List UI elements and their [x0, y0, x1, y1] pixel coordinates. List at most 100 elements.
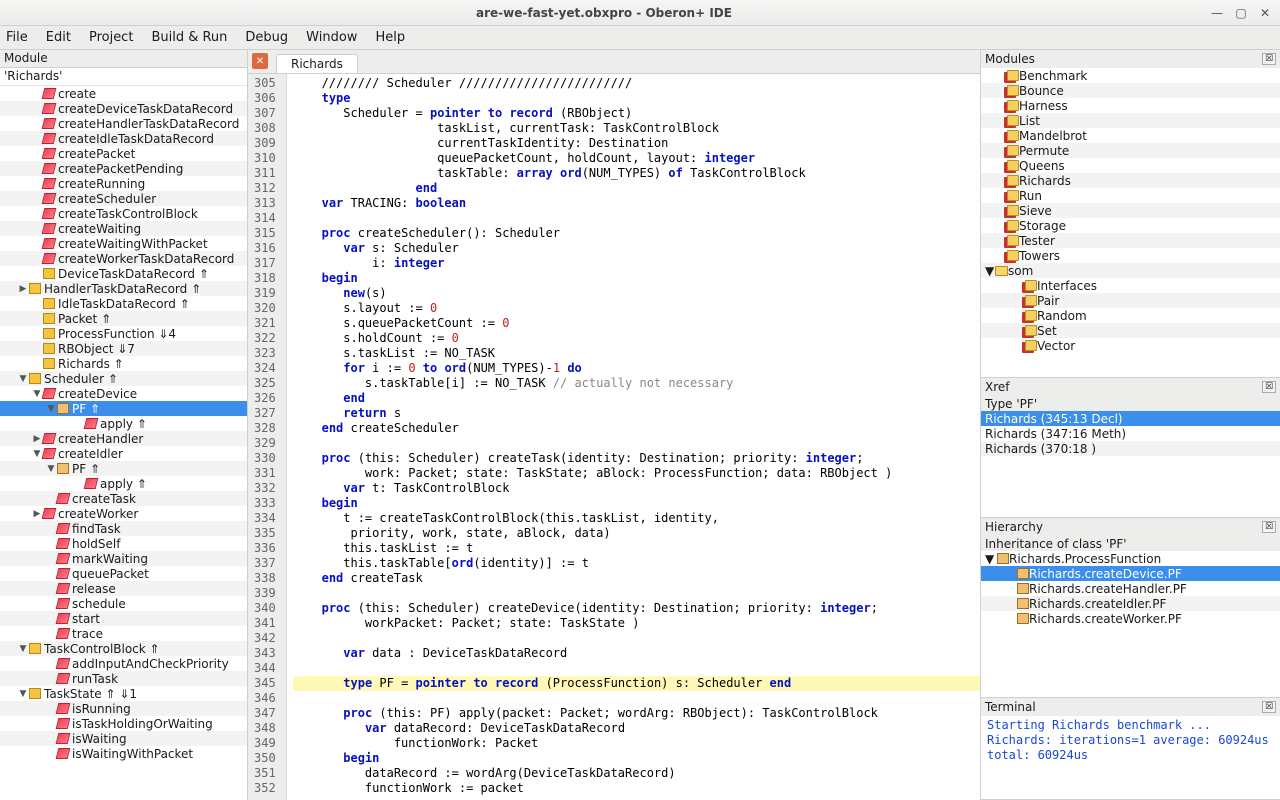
hierarchy-item[interactable]: Richards.createHandler.PF: [981, 581, 1280, 596]
module-item[interactable]: Tester: [981, 233, 1280, 248]
module-item[interactable]: Pair: [981, 293, 1280, 308]
module-item[interactable]: Harness: [981, 98, 1280, 113]
tree-item[interactable]: createIdleTaskDataRecord: [0, 131, 247, 146]
tree-item[interactable]: RBObject ⇓7: [0, 341, 247, 356]
module-item[interactable]: Bounce: [981, 83, 1280, 98]
tree-item[interactable]: ▼createIdler: [0, 446, 247, 461]
tree-item[interactable]: ▶createHandler: [0, 431, 247, 446]
tree-item[interactable]: ▼TaskState ⇑ ⇓1: [0, 686, 247, 701]
tree-item[interactable]: ▼TaskControlBlock ⇑: [0, 641, 247, 656]
xref-item[interactable]: Richards (347:16 Meth): [981, 426, 1280, 441]
tree-item[interactable]: holdSelf: [0, 536, 247, 551]
hierarchy-item[interactable]: Richards.createIdler.PF: [981, 596, 1280, 611]
tree-item[interactable]: trace: [0, 626, 247, 641]
maximize-button[interactable]: ▢: [1232, 4, 1250, 22]
hierarchy-item[interactable]: Richards.createDevice.PF: [981, 566, 1280, 581]
tree-item[interactable]: createDeviceTaskDataRecord: [0, 101, 247, 116]
close-button[interactable]: ✕: [1256, 4, 1274, 22]
tree-item[interactable]: create: [0, 86, 247, 101]
hierarchy-item[interactable]: Richards.createWorker.PF: [981, 611, 1280, 626]
menu-help[interactable]: Help: [375, 30, 405, 45]
tree-label: createWorkerTaskDataRecord: [58, 252, 234, 266]
panel-close-icon[interactable]: ☒: [1262, 701, 1276, 713]
tree-item[interactable]: apply ⇑: [0, 416, 247, 431]
hierarchy-tree[interactable]: ▼Richards.ProcessFunctionRichards.create…: [981, 551, 1280, 697]
module-item[interactable]: Interfaces: [981, 278, 1280, 293]
tree-item[interactable]: createWaiting: [0, 221, 247, 236]
menu-project[interactable]: Project: [89, 30, 133, 45]
tree-item[interactable]: createWaitingWithPacket: [0, 236, 247, 251]
tree-item[interactable]: markWaiting: [0, 551, 247, 566]
tree-item[interactable]: ▶createWorker: [0, 506, 247, 521]
panel-close-icon[interactable]: ☒: [1262, 53, 1276, 65]
tree-item[interactable]: createRunning: [0, 176, 247, 191]
tree-item[interactable]: createTask: [0, 491, 247, 506]
terminal-output[interactable]: Starting Richards benchmark ...Richards:…: [981, 716, 1280, 765]
code-editor[interactable]: 3053063073083093103113123133143153163173…: [248, 74, 980, 800]
module-item[interactable]: Towers: [981, 248, 1280, 263]
modules-tree[interactable]: BenchmarkBounceHarnessListMandelbrotPerm…: [981, 68, 1280, 377]
module-item[interactable]: Queens: [981, 158, 1280, 173]
tree-item[interactable]: start: [0, 611, 247, 626]
panel-close-icon[interactable]: ☒: [1262, 381, 1276, 393]
tree-item[interactable]: createScheduler: [0, 191, 247, 206]
module-item[interactable]: Richards: [981, 173, 1280, 188]
tree-item[interactable]: IdleTaskDataRecord ⇑: [0, 296, 247, 311]
tree-label: createWaitingWithPacket: [58, 237, 208, 251]
tree-item[interactable]: ▼createDevice: [0, 386, 247, 401]
module-icon: [1007, 220, 1019, 231]
menu-file[interactable]: File: [6, 30, 28, 45]
tree-item[interactable]: DeviceTaskDataRecord ⇑: [0, 266, 247, 281]
code-area[interactable]: //////// Scheduler /////////////////////…: [287, 74, 980, 800]
tree-item[interactable]: isWaitingWithPacket: [0, 746, 247, 761]
tree-item[interactable]: isRunning: [0, 701, 247, 716]
module-item[interactable]: Vector: [981, 338, 1280, 353]
tree-item[interactable]: ▶HandlerTaskDataRecord ⇑: [0, 281, 247, 296]
tree-item[interactable]: createPacketPending: [0, 161, 247, 176]
tree-item[interactable]: createWorkerTaskDataRecord: [0, 251, 247, 266]
tree-item[interactable]: ▼PF ⇑: [0, 461, 247, 476]
close-all-tabs-icon[interactable]: ✕: [252, 53, 268, 69]
module-item[interactable]: Mandelbrot: [981, 128, 1280, 143]
module-item[interactable]: Permute: [981, 143, 1280, 158]
module-item[interactable]: Random: [981, 308, 1280, 323]
folder-icon: [995, 266, 1008, 276]
module-item[interactable]: List: [981, 113, 1280, 128]
tree-item[interactable]: runTask: [0, 671, 247, 686]
tree-item[interactable]: queuePacket: [0, 566, 247, 581]
minimize-button[interactable]: —: [1208, 4, 1226, 22]
tree-item[interactable]: ▼Scheduler ⇑: [0, 371, 247, 386]
tree-item[interactable]: isWaiting: [0, 731, 247, 746]
tree-item[interactable]: Packet ⇑: [0, 311, 247, 326]
xref-item[interactable]: Richards (345:13 Decl): [981, 411, 1280, 426]
tree-item[interactable]: addInputAndCheckPriority: [0, 656, 247, 671]
module-item[interactable]: Run: [981, 188, 1280, 203]
module-tree[interactable]: createcreateDeviceTaskDataRecordcreateHa…: [0, 86, 247, 800]
tree-label: createWorker: [58, 507, 138, 521]
module-folder[interactable]: ▼som: [981, 263, 1280, 278]
tree-item[interactable]: ▼PF ⇑: [0, 401, 247, 416]
tree-item[interactable]: createPacket: [0, 146, 247, 161]
tree-item[interactable]: ProcessFunction ⇓4: [0, 326, 247, 341]
tree-item[interactable]: release: [0, 581, 247, 596]
editor-tab[interactable]: Richards: [276, 54, 358, 73]
xref-item[interactable]: Richards (370:18 ): [981, 441, 1280, 456]
module-item[interactable]: Storage: [981, 218, 1280, 233]
tree-item[interactable]: createHandlerTaskDataRecord: [0, 116, 247, 131]
menu-debug[interactable]: Debug: [245, 30, 288, 45]
tree-item[interactable]: isTaskHoldingOrWaiting: [0, 716, 247, 731]
module-item[interactable]: Sieve: [981, 203, 1280, 218]
tree-item[interactable]: schedule: [0, 596, 247, 611]
tree-item[interactable]: createTaskControlBlock: [0, 206, 247, 221]
menu-window[interactable]: Window: [306, 30, 357, 45]
xref-list[interactable]: Richards (345:13 Decl)Richards (347:16 M…: [981, 411, 1280, 517]
tree-item[interactable]: Richards ⇑: [0, 356, 247, 371]
tree-item[interactable]: findTask: [0, 521, 247, 536]
module-item[interactable]: Set: [981, 323, 1280, 338]
hierarchy-item[interactable]: ▼Richards.ProcessFunction: [981, 551, 1280, 566]
module-item[interactable]: Benchmark: [981, 68, 1280, 83]
panel-close-icon[interactable]: ☒: [1262, 521, 1276, 533]
tree-item[interactable]: apply ⇑: [0, 476, 247, 491]
menu-build-run[interactable]: Build & Run: [151, 30, 227, 45]
menu-edit[interactable]: Edit: [46, 30, 71, 45]
